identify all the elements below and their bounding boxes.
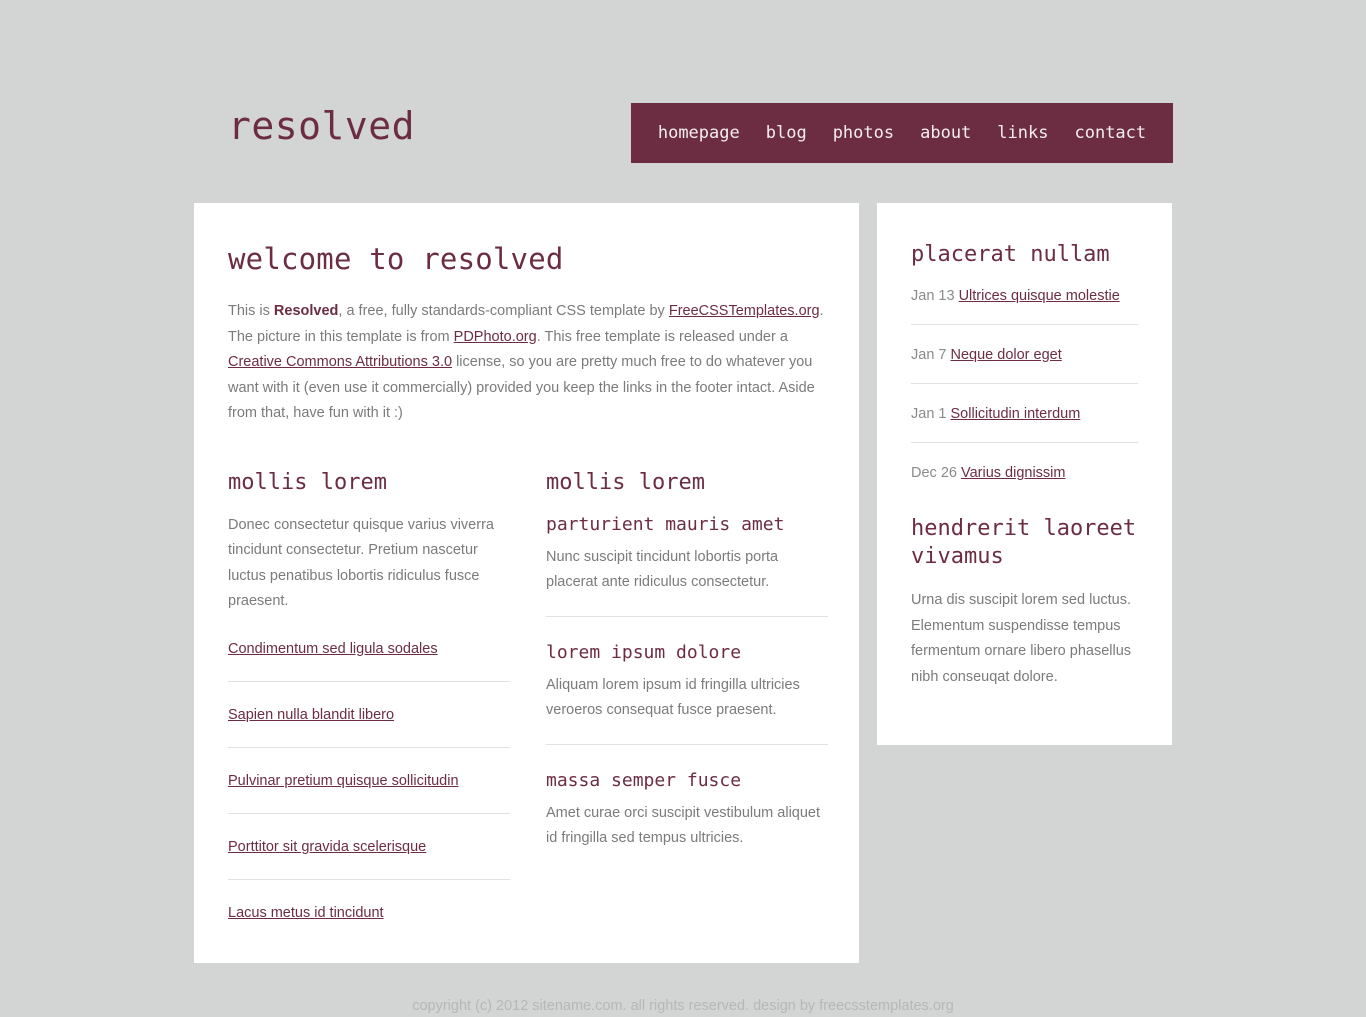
- list-item[interactable]: Condimentum sed ligula sodales: [228, 639, 510, 682]
- intro-text-4: . This free template is released under a: [536, 328, 788, 345]
- box-title-parturient: parturient mauris amet: [546, 513, 785, 535]
- nav-link-contact[interactable]: contact: [1061, 122, 1159, 144]
- list-link-porttitor[interactable]: Porttitor sit gravida scelerisque: [228, 839, 426, 855]
- nav-link-photos[interactable]: photos: [820, 122, 907, 144]
- sidebar-section-about: hendrerit laoreet vivamus Urna dis susci…: [911, 515, 1138, 690]
- list-link-condimentum[interactable]: Condimentum sed ligula sodales: [228, 641, 438, 657]
- box-item: massa semper fusce Amet curae orci susci…: [546, 745, 828, 852]
- box-title-massa-semper: massa semper fusce: [546, 769, 742, 791]
- list-item[interactable]: Jan 1 Sollicitudin interdum: [911, 384, 1138, 443]
- sidebar-news-list: Jan 13 Ultrices quisque molestie Jan 7 N…: [911, 286, 1138, 483]
- list-item[interactable]: Porttitor sit gravida scelerisque: [228, 814, 510, 880]
- news-link-neque[interactable]: Neque dolor eget: [951, 347, 1062, 363]
- left-column-title: mollis lorem: [228, 469, 387, 495]
- left-column-link-list: Condimentum sed ligula sodales Sapien nu…: [228, 639, 510, 923]
- right-column-title: mollis lorem: [546, 469, 705, 495]
- box-item: lorem ipsum dolore Aliquam lorem ipsum i…: [546, 617, 828, 745]
- sidebar-panel: placerat nullam Jan 13 Ultrices quisque …: [877, 203, 1172, 745]
- intro-text-2: , a free, fully standards-compliant CSS …: [338, 303, 669, 319]
- box-text-lorem-ipsum: Aliquam lorem ipsum id fringilla ultrici…: [546, 676, 800, 719]
- news-link-sollicitudin[interactable]: Sollicitudin interdum: [951, 406, 1081, 422]
- list-item[interactable]: Jan 13 Ultrices quisque molestie: [911, 286, 1138, 325]
- news-date: Jan 7: [911, 347, 947, 363]
- news-date: Dec 26: [911, 465, 957, 481]
- link-freecsstemplates[interactable]: FreeCSSTemplates.org: [669, 303, 820, 319]
- link-creative-commons[interactable]: Creative Commons Attributions 3.0: [228, 354, 452, 370]
- news-date: Jan 13: [911, 288, 955, 304]
- news-link-varius[interactable]: Varius dignissim: [961, 465, 1066, 481]
- news-link-ultrices[interactable]: Ultrices quisque molestie: [959, 288, 1120, 304]
- nav-item-contact[interactable]: contact: [1061, 122, 1159, 144]
- content-column-right: mollis lorem parturient mauris amet Nunc…: [546, 469, 828, 923]
- list-item[interactable]: Sapien nulla blandit libero: [228, 682, 510, 748]
- list-item[interactable]: Jan 7 Neque dolor eget: [911, 325, 1138, 384]
- intro-text-1: This is: [228, 303, 274, 319]
- list-link-pulvinar[interactable]: Pulvinar pretium quisque sollicitudin: [228, 773, 459, 789]
- box-text-massa-semper: Amet curae orci suscipit vestibulum aliq…: [546, 804, 821, 847]
- nav-link-homepage[interactable]: homepage: [645, 122, 753, 144]
- list-link-sapien[interactable]: Sapien nulla blandit libero: [228, 707, 394, 723]
- box-text-parturient: Nunc suscipit tincidunt lobortis porta p…: [546, 548, 779, 591]
- intro-strong: Resolved: [273, 303, 339, 319]
- nav-item-homepage[interactable]: homepage: [645, 122, 753, 144]
- sidebar-about-title: hendrerit laoreet vivamus: [911, 516, 1137, 569]
- nav-link-links[interactable]: links: [984, 122, 1061, 144]
- right-column-box-list: parturient mauris amet Nunc suscipit tin…: [546, 513, 828, 852]
- nav-item-links[interactable]: links: [984, 122, 1061, 144]
- nav-link-about[interactable]: about: [907, 122, 984, 144]
- box-item: parturient mauris amet Nunc suscipit tin…: [546, 513, 828, 617]
- sidebar-section-news: placerat nullam Jan 13 Ultrices quisque …: [911, 241, 1138, 483]
- sidebar-about-text: Urna dis suscipit lorem sed luctus. Elem…: [911, 592, 1132, 685]
- nav-link-blog[interactable]: blog: [753, 122, 820, 144]
- list-link-lacus[interactable]: Lacus metus id tincidunt: [228, 905, 384, 921]
- nav-item-blog[interactable]: blog: [753, 122, 820, 144]
- main-navigation: homepage blog photos about links contact: [631, 103, 1173, 163]
- nav-item-photos[interactable]: photos: [820, 122, 907, 144]
- site-logo[interactable]: resolved: [228, 103, 415, 149]
- nav-item-about[interactable]: about: [907, 122, 984, 144]
- link-pdphoto[interactable]: PDPhoto.org: [454, 329, 537, 345]
- list-item[interactable]: Pulvinar pretium quisque sollicitudin: [228, 748, 510, 814]
- left-column-paragraph: Donec consectetur quisque varius viverra…: [228, 516, 494, 610]
- content-column-left: mollis lorem Donec consectetur quisque v…: [228, 469, 510, 923]
- site-header: resolved homepage blog photos about link…: [0, 0, 1366, 203]
- sidebar-news-title: placerat nullam: [911, 242, 1110, 267]
- content-columns: mollis lorem Donec consectetur quisque v…: [228, 469, 828, 923]
- list-item[interactable]: Lacus metus id tincidunt: [228, 880, 510, 923]
- intro-block: welcome to resolved This is Resolved, a …: [228, 241, 825, 427]
- news-date: Jan 1: [911, 406, 947, 422]
- nav-list: homepage blog photos about links contact: [645, 122, 1159, 144]
- box-title-lorem-ipsum: lorem ipsum dolore: [546, 641, 742, 663]
- main-content-panel: welcome to resolved This is Resolved, a …: [194, 203, 859, 963]
- list-item[interactable]: Dec 26 Varius dignissim: [911, 443, 1138, 483]
- page-title: welcome to resolved: [228, 242, 564, 276]
- intro-paragraph: This is Resolved, a free, fully standard…: [228, 299, 825, 427]
